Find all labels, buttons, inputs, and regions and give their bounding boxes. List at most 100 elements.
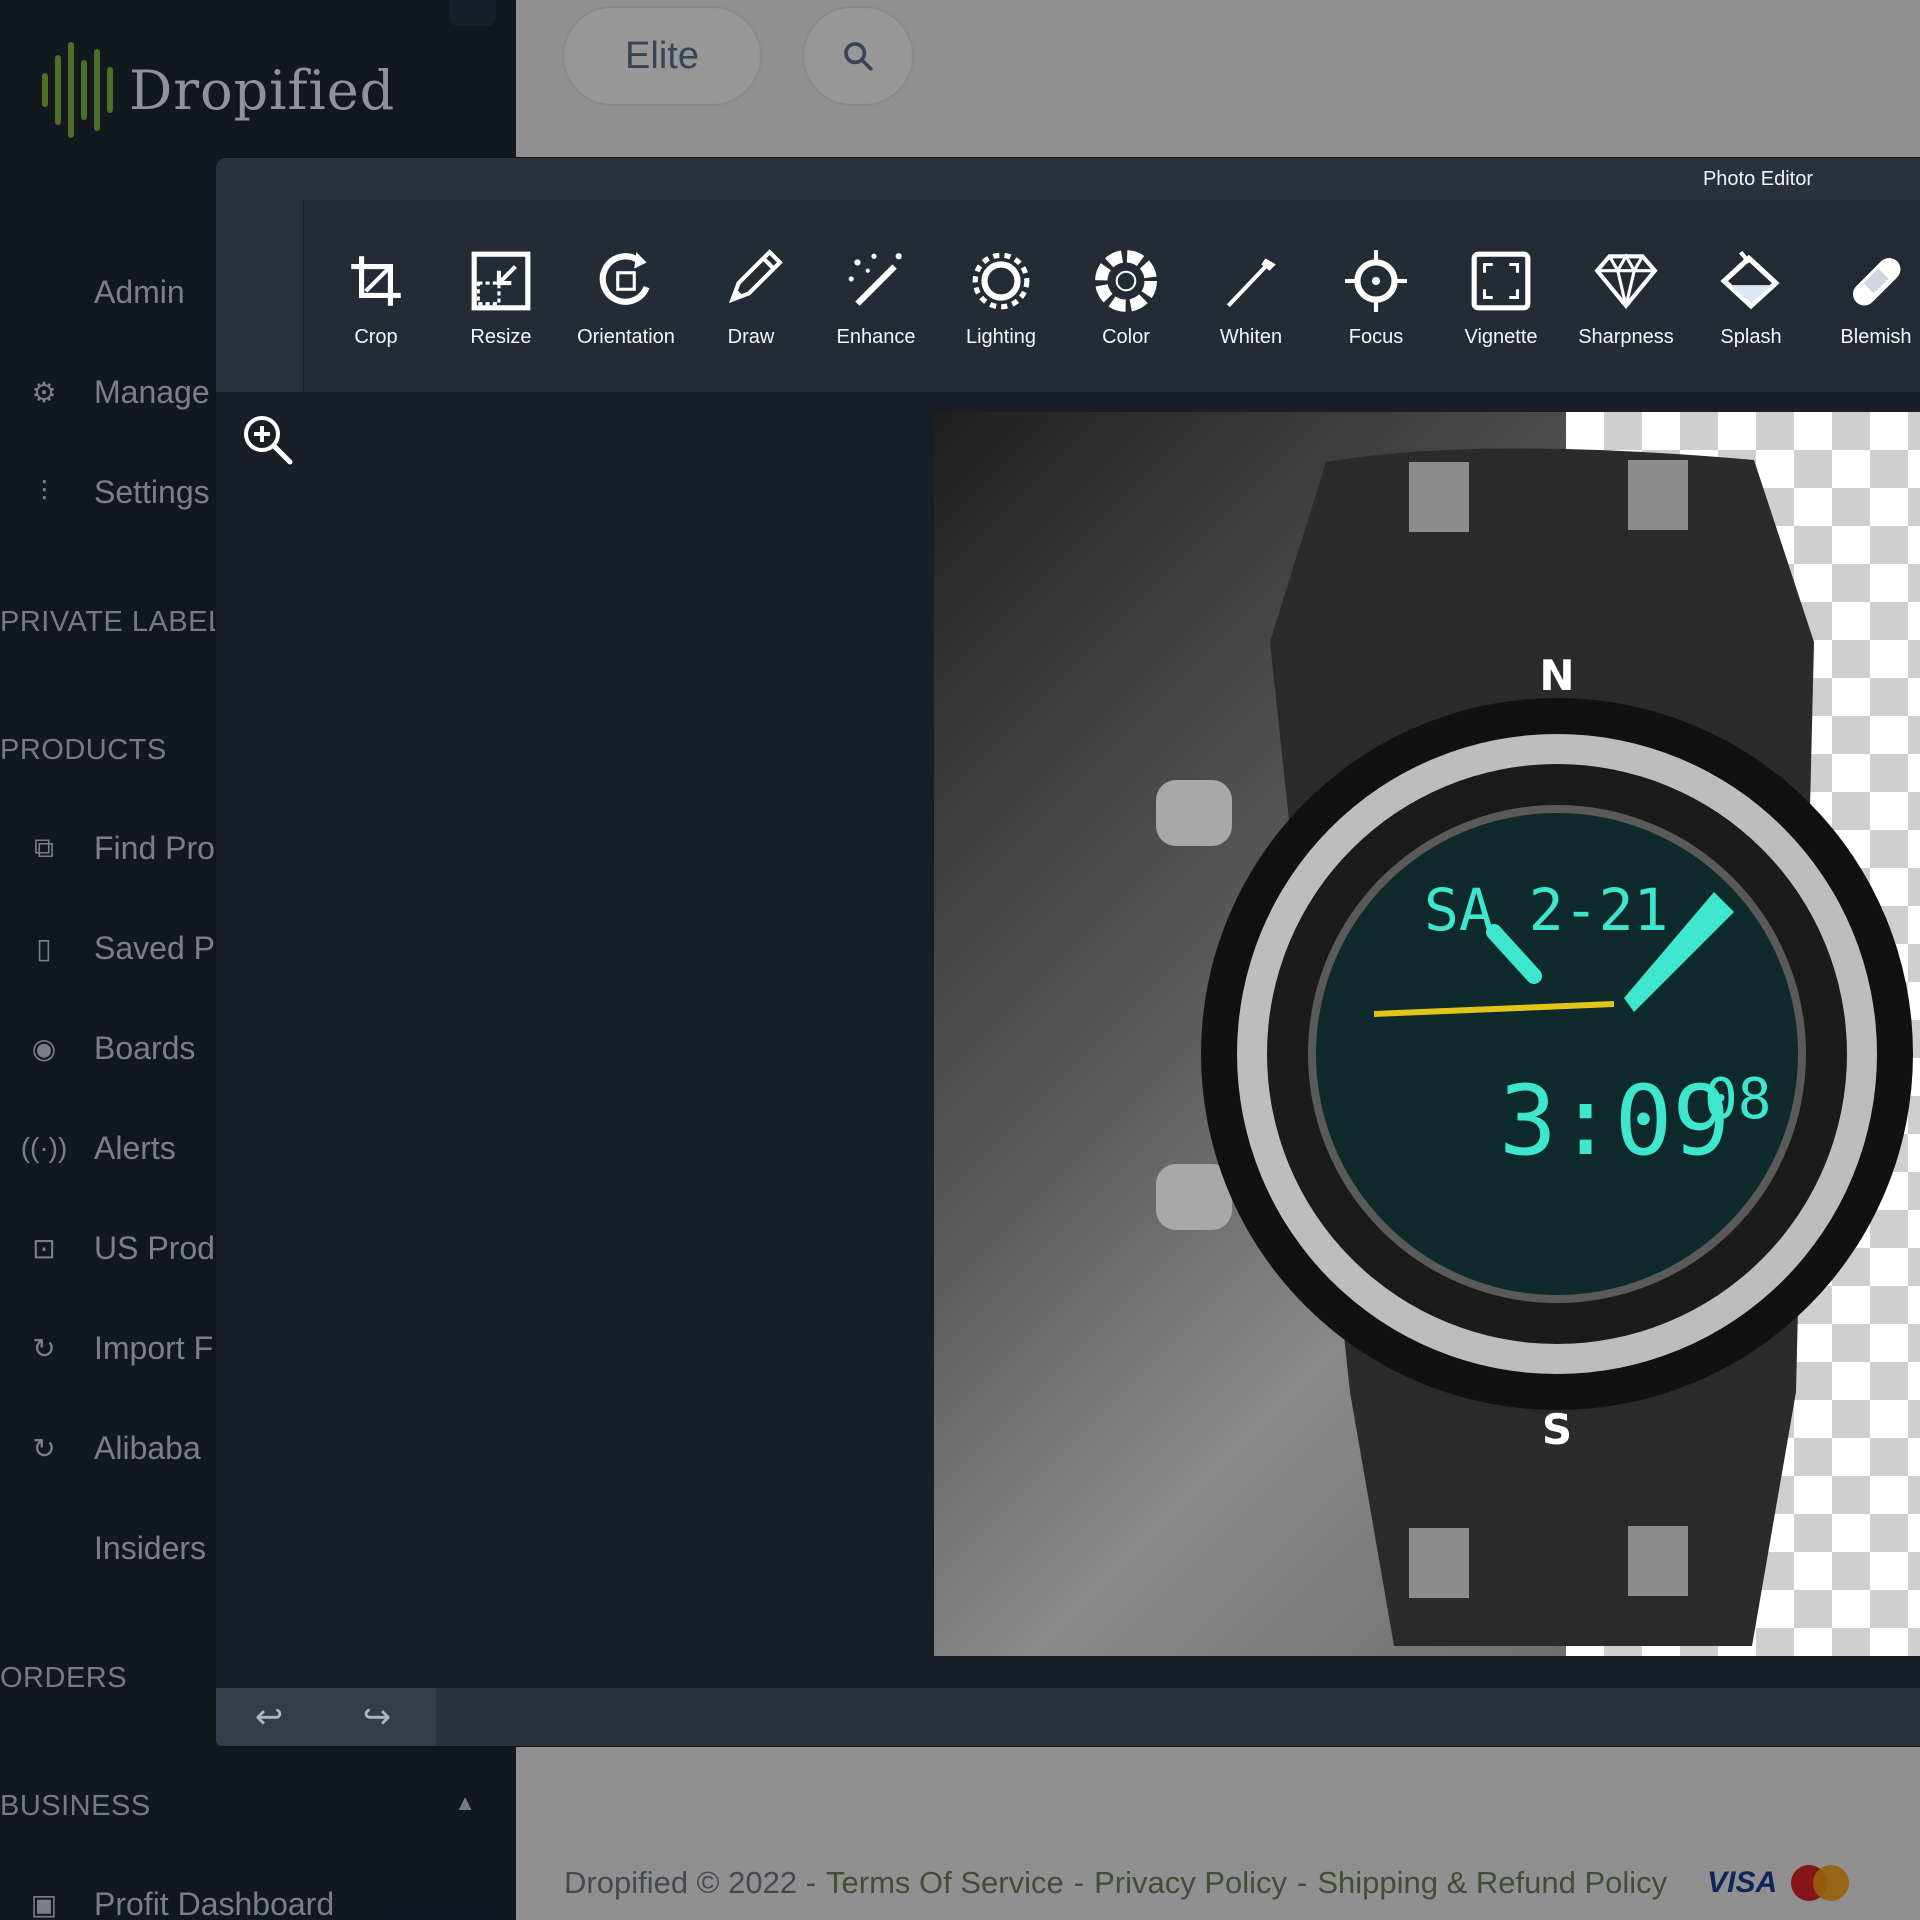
color-wheel-icon xyxy=(1095,250,1157,312)
brand-name: Dropified xyxy=(129,58,396,122)
crop-icon xyxy=(351,256,401,306)
tool-color[interactable]: Color xyxy=(1066,248,1186,349)
pencil-icon xyxy=(728,249,783,304)
terms-link[interactable]: Terms Of Service xyxy=(826,1865,1064,1901)
sidebar-item-alerts[interactable]: ((·)) Alerts xyxy=(20,1128,176,1168)
bookmark-icon: ▯ xyxy=(36,932,52,964)
sliders-icon: ⫶ xyxy=(40,475,48,507)
tool-enhance[interactable]: Enhance xyxy=(816,248,936,349)
logo[interactable]: Dropified xyxy=(42,42,395,138)
tool-resize[interactable]: Resize xyxy=(441,248,561,349)
tool-vignette[interactable]: Vignette xyxy=(1441,248,1561,349)
shipping-refund-link[interactable]: Shipping & Refund Policy xyxy=(1317,1865,1667,1901)
briefcase-icon: ⊡ xyxy=(32,1232,56,1264)
sidebar-toggle[interactable] xyxy=(450,0,496,26)
footer-separator: - xyxy=(1073,1865,1085,1900)
modal-title: Photo Editor xyxy=(1702,167,1814,190)
sidebar-item-manage[interactable]: ⚙ Manage xyxy=(24,372,209,412)
whiten-brush-icon xyxy=(1226,258,1276,308)
sidebar-item-label: Insiders xyxy=(94,1529,207,1566)
import-icon: ↻ xyxy=(32,1332,56,1364)
section-business[interactable]: BUSINESS xyxy=(0,1790,151,1823)
sidebar-item-alibaba[interactable]: ↻ Alibaba xyxy=(24,1428,200,1468)
chart-icon: ▣ xyxy=(30,1888,58,1920)
tool-sharpness[interactable]: Sharpness xyxy=(1566,248,1686,349)
sidebar-item-boards[interactable]: ◉ Boards xyxy=(24,1028,196,1068)
sidebar-item-profit-dashboard[interactable]: ▣ Profit Dashboard xyxy=(24,1884,334,1920)
sidebar-item-admin[interactable]: Admin xyxy=(24,272,185,312)
tool-label: Focus xyxy=(1348,326,1404,348)
section-private-label[interactable]: PRIVATE LABEL xyxy=(0,606,225,639)
search-icon xyxy=(844,42,873,71)
sun-icon xyxy=(972,252,1030,310)
section-orders[interactable]: ORDERS xyxy=(0,1662,127,1695)
alerts-icon: ((·)) xyxy=(20,1132,68,1163)
plan-badge[interactable]: Elite xyxy=(562,6,762,106)
tool-crop[interactable]: Crop xyxy=(316,248,436,349)
svg-text:N: N xyxy=(1539,651,1574,700)
tool-orientation[interactable]: Orientation xyxy=(566,248,686,349)
copyright-text: Dropified © 2022 - xyxy=(564,1865,817,1900)
tool-label: Crop xyxy=(354,326,398,348)
tool-splash[interactable]: Splash xyxy=(1691,248,1811,349)
editor-bottom-bar: ↩ ↪ xyxy=(216,1688,1920,1746)
undo-icon: ↩ xyxy=(254,1698,284,1736)
app-root: Dropified Admin ⚙ Manage ⫶ Settings PRIV… xyxy=(0,0,1920,1920)
sidebar-item-saved-products[interactable]: ▯ Saved P xyxy=(24,928,215,968)
sidebar-item-import[interactable]: ↻ Import F xyxy=(24,1328,213,1368)
splash-bucket-icon xyxy=(1720,250,1780,310)
search-button[interactable] xyxy=(802,6,914,106)
mastercard-icon xyxy=(1791,1863,1853,1903)
redo-icon: ↪ xyxy=(362,1698,392,1736)
tool-label: Color xyxy=(1102,326,1150,348)
sidebar-item-label: Boards xyxy=(94,1029,196,1066)
sidebar-item-label: Saved P xyxy=(94,929,215,966)
sidebar-item-label: Profit Dashboard xyxy=(94,1885,335,1920)
chevron-up-icon[interactable]: ▲ xyxy=(454,1790,476,1816)
sidebar-item-label: Alerts xyxy=(94,1129,176,1166)
privacy-link[interactable]: Privacy Policy xyxy=(1094,1865,1287,1901)
tool-lighting[interactable]: Lighting xyxy=(941,248,1061,349)
svg-text:S: S xyxy=(1542,1405,1572,1454)
tool-focus[interactable]: Focus xyxy=(1316,248,1436,349)
svg-text:SA 2-21: SA 2-21 xyxy=(1424,876,1668,944)
sidebar-item-label: Admin xyxy=(94,273,185,310)
vignette-icon xyxy=(1471,251,1531,311)
tool-label: Whiten xyxy=(1219,326,1283,348)
tool-label: Splash xyxy=(1720,326,1782,348)
gear-icon: ⚙ xyxy=(31,376,57,408)
tool-blemish[interactable]: Blemish xyxy=(1816,248,1920,349)
tool-label: Sharpness xyxy=(1578,326,1674,348)
boards-icon: ◉ xyxy=(31,1032,57,1064)
bandage-icon xyxy=(1852,257,1901,306)
tool-whiten[interactable]: Whiten xyxy=(1191,248,1311,349)
zoom-in-icon[interactable] xyxy=(240,412,296,468)
sidebar-item-find-products[interactable]: ⧉ Find Pro xyxy=(24,828,215,868)
redo-button[interactable]: ↪ xyxy=(354,1696,400,1738)
footer-separator: - xyxy=(1297,1865,1308,1900)
undo-button[interactable]: ↩ xyxy=(246,1696,292,1738)
visa-logo: VISA xyxy=(1707,1866,1778,1899)
product-photo[interactable]: N S SA 2-21 3:09 08 xyxy=(934,412,1920,1656)
tool-label: Orientation xyxy=(577,326,675,348)
tool-label: Blemish xyxy=(1840,326,1912,348)
svg-text:08: 08 xyxy=(1704,1067,1771,1132)
sidebar-item-label: Find Pro xyxy=(94,829,215,866)
import-icon: ↻ xyxy=(32,1432,56,1464)
sidebar-item-insiders[interactable]: Insiders xyxy=(24,1528,206,1568)
magic-wand-icon xyxy=(848,253,902,306)
resize-icon xyxy=(471,251,531,311)
modal-title-bar: Photo Editor xyxy=(216,158,1920,200)
svg-text:3:09: 3:09 xyxy=(1499,1065,1730,1177)
footer: Dropified © 2022 - Terms Of Service - Pr… xyxy=(516,1846,1920,1920)
orientation-icon xyxy=(599,252,650,305)
sidebar-item-label: Settings xyxy=(94,473,210,510)
tool-label: Enhance xyxy=(836,326,916,348)
sidebar-item-us-products[interactable]: ⊡ US Prod xyxy=(24,1228,215,1268)
sidebar-item-settings[interactable]: ⫶ Settings xyxy=(24,472,210,512)
tool-draw[interactable]: Draw xyxy=(691,248,811,349)
editor-canvas[interactable]: N S SA 2-21 3:09 08 xyxy=(216,392,1920,1746)
watch-image: N S SA 2-21 3:09 08 xyxy=(1156,448,1913,1647)
section-products[interactable]: PRODUCTS xyxy=(0,734,167,767)
logo-mark-icon xyxy=(42,42,113,138)
